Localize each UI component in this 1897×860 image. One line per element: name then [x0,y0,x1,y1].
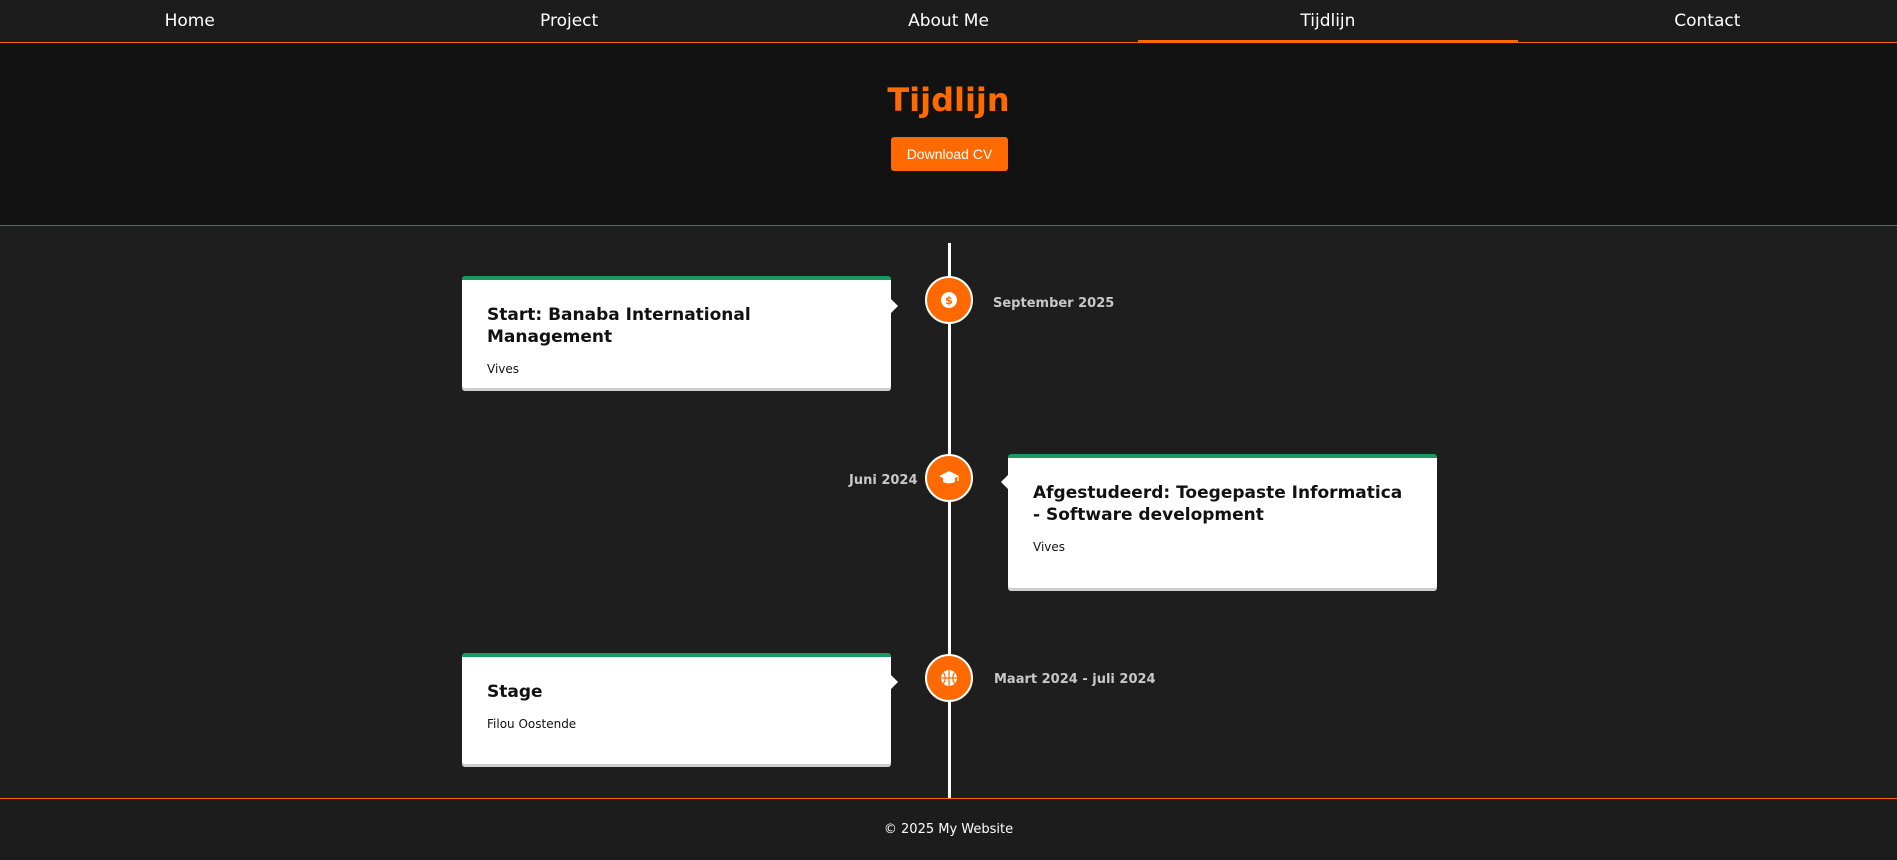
footer: © 2025 My Website [0,798,1897,860]
timeline-line [948,243,951,799]
timeline-card: Start: Banaba International Management V… [462,276,891,388]
hero-section: Tijdlijn Download CV [0,43,1897,226]
timeline-marker: $ [925,276,973,324]
timeline-marker [925,654,973,702]
svg-text:$: $ [945,294,953,307]
top-nav: Home Project About Me Tijdlijn Contact [0,0,1897,43]
nav-about-me[interactable]: About Me [759,0,1138,42]
page-title: Tijdlijn [887,81,1010,119]
timeline-card-subtitle: Vives [487,362,520,376]
download-cv-button[interactable]: Download CV [891,137,1008,171]
nav-project[interactable]: Project [379,0,758,42]
graduation-cap-icon [939,471,959,484]
timeline-card-subtitle: Vives [1033,540,1066,554]
timeline-date: Juni 2024 [849,473,918,488]
timeline-card-title: Start: Banaba International Management [487,305,751,347]
timeline-card-title: Stage [487,682,543,702]
card-pointer [891,299,898,313]
dollar-icon: $ [941,292,957,308]
nav-tijdlijn[interactable]: Tijdlijn [1138,0,1519,43]
footer-text: © 2025 My Website [883,822,1014,837]
timeline-card: Stage Filou Oostende [462,653,891,764]
timeline-card: Afgestudeerd: Toegepaste Informatica - S… [1008,454,1437,588]
timeline-card-subtitle: Filou Oostende [487,717,577,731]
nav-contact[interactable]: Contact [1518,0,1897,42]
nav-home[interactable]: Home [0,0,379,42]
timeline-card-title: Afgestudeerd: Toegepaste Informatica - S… [1033,483,1403,525]
basketball-icon [941,670,957,686]
timeline-date: September 2025 [993,296,1115,311]
timeline-marker [925,454,973,502]
timeline-date: Maart 2024 - juli 2024 [994,672,1156,687]
card-pointer [1001,475,1008,489]
card-pointer [891,675,898,689]
